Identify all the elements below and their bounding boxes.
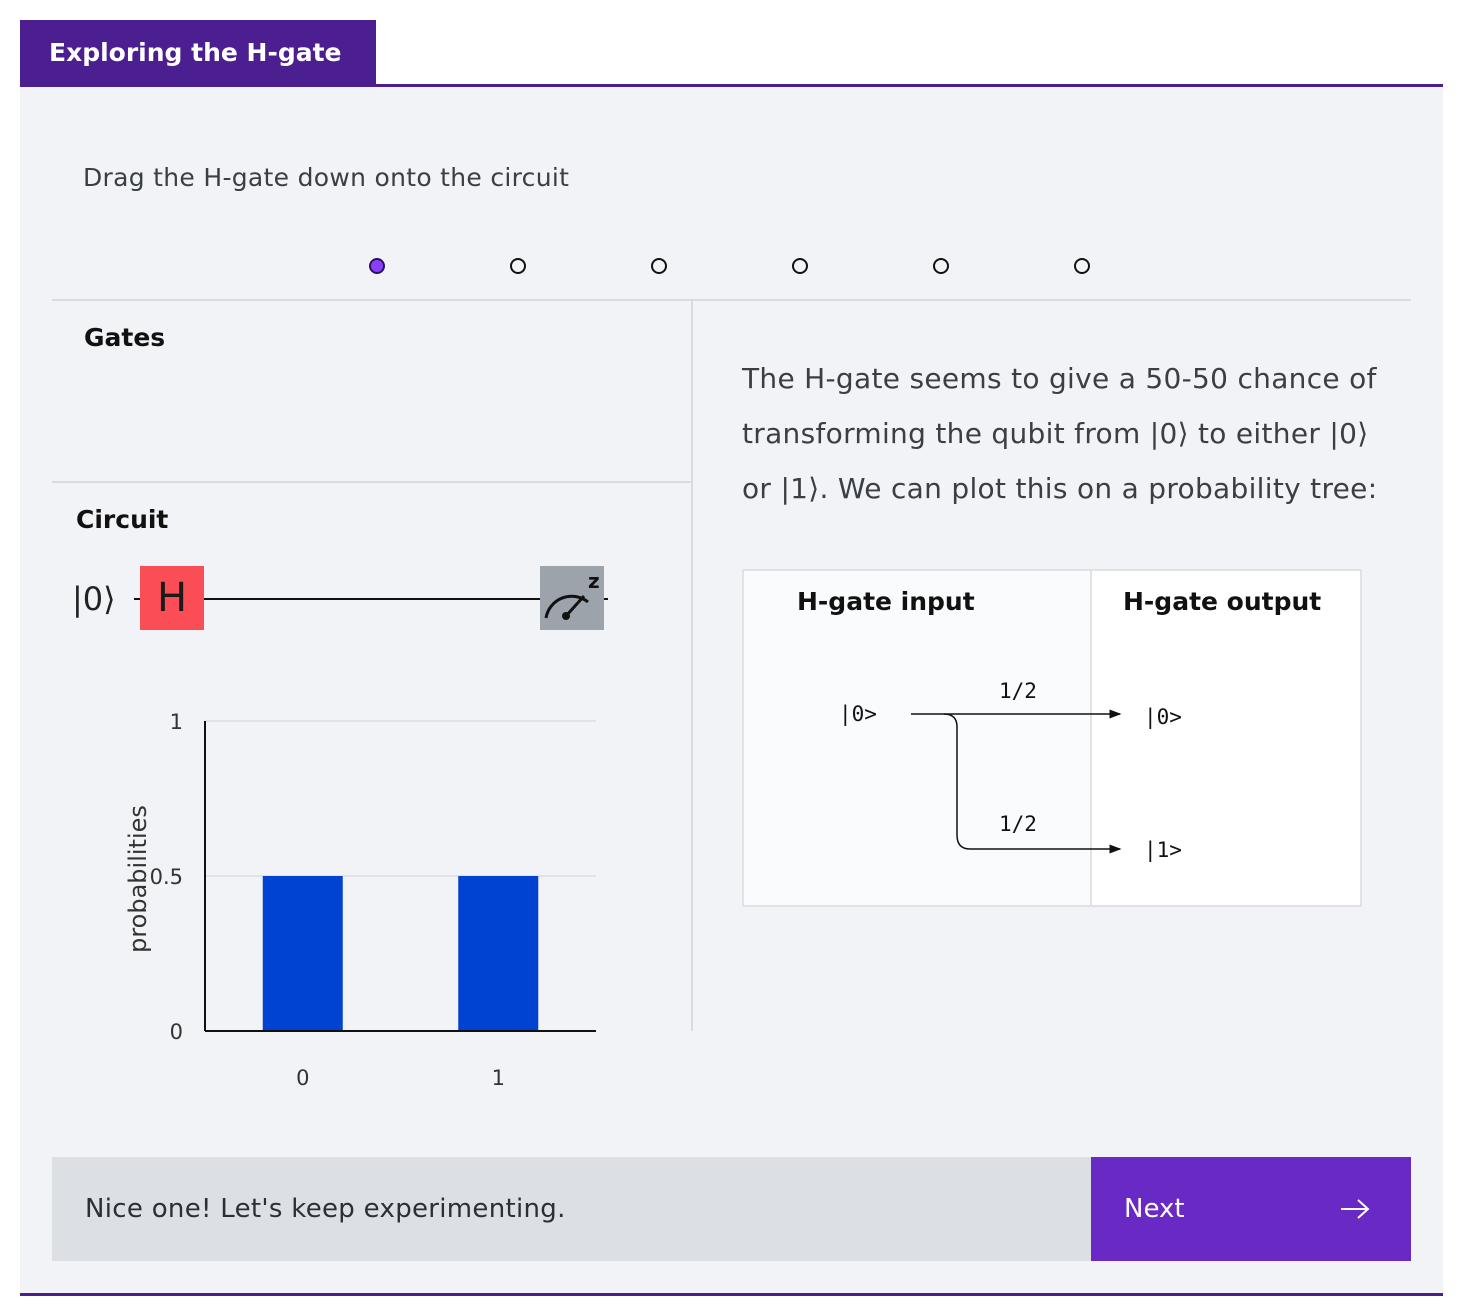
chart-bar [458, 876, 539, 1031]
chart-ytick-label: 0 [170, 1020, 183, 1044]
qubit-label: |0⟩ [72, 580, 116, 618]
gates-divider [52, 481, 691, 483]
h-gate[interactable]: H [140, 566, 204, 630]
chart-bar [262, 876, 343, 1031]
measure-gauge-icon: z [544, 569, 600, 620]
feedback-bar: Nice one! Let's keep experimenting. [52, 1157, 1091, 1261]
chart-ytick-label: 1 [170, 710, 183, 734]
next-label: Next [1124, 1194, 1185, 1224]
probability-chart: 0 0.5 1 0 1 probabilities [124, 710, 596, 1090]
step-dot-2[interactable] [510, 258, 526, 274]
chart-ylabel: probabilities [124, 805, 152, 953]
column-divider [691, 301, 693, 1031]
circuit-title: Circuit [76, 505, 169, 534]
arrow-right-icon [1341, 1199, 1370, 1219]
tree-prob-1: 1/2 [999, 812, 1037, 836]
tree-diagram: |0> 1/2 1/2 |0> |1> [839, 679, 1182, 863]
step-dot-3[interactable] [651, 258, 667, 274]
chart-xtick-label: 0 [296, 1066, 309, 1090]
chart-xtick-label: 1 [492, 1066, 505, 1090]
probability-tree: H-gate input H-gate output |0> 1/2 1/2 |… [742, 569, 1362, 907]
tree-output-state-1: |1> [1144, 838, 1182, 863]
measure-basis-label: z [588, 569, 600, 593]
gates-title: Gates [84, 323, 166, 352]
tab-title: Exploring the H-gate [49, 37, 342, 67]
measurement-gate[interactable]: z [540, 566, 604, 630]
top-divider [52, 299, 1411, 301]
feedback-text: Nice one! Let's keep experimenting. [85, 1194, 566, 1224]
tab-exploring-h-gate[interactable]: Exploring the H-gate [20, 20, 376, 84]
qubit-wire [134, 598, 608, 600]
tree-prob-0: 1/2 [999, 679, 1037, 703]
instruction-text: Drag the H-gate down onto the circuit [83, 163, 570, 192]
chart-ytick-label: 0.5 [150, 865, 183, 889]
step-dot-6[interactable] [1074, 258, 1090, 274]
lesson-panel: Drag the H-gate down onto the circuit Ga… [20, 84, 1443, 1296]
tree-output-state-0: |0> [1144, 705, 1182, 730]
step-dot-4[interactable] [792, 258, 808, 274]
step-dot-5[interactable] [933, 258, 949, 274]
tree-input-state: |0> [839, 702, 877, 727]
explanation-text: The H-gate seems to give a 50-50 chance … [742, 362, 1378, 505]
next-button[interactable]: Next [1091, 1157, 1411, 1261]
h-gate-label: H [156, 575, 188, 621]
step-dot-1[interactable] [369, 258, 385, 274]
